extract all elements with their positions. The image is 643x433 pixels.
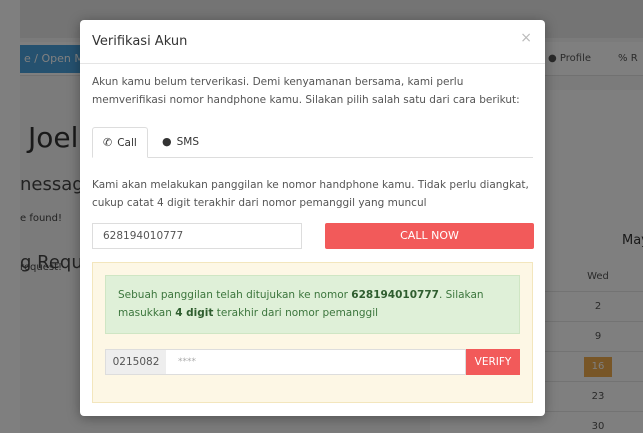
- alert-phone-number: 628194010777: [351, 289, 439, 301]
- code-input-group: 0215082 **** VERIFY: [105, 349, 520, 375]
- modal-title: Verifikasi Akun: [92, 34, 188, 49]
- call-sent-alert: Sebuah panggilan telah ditujukan ke nomo…: [105, 275, 520, 334]
- phone-icon: ✆: [103, 136, 113, 149]
- verify-button[interactable]: VERIFY: [466, 349, 520, 375]
- tab-call[interactable]: ✆ Call: [92, 127, 148, 158]
- code-prefix: 0215082: [105, 349, 167, 375]
- code-input[interactable]: ****: [166, 349, 466, 375]
- verification-panel: Sebuah panggilan telah ditujukan ke nomo…: [92, 262, 533, 403]
- modal-intro-text: Akun kamu belum terverikasi. Demi kenyam…: [92, 76, 520, 106]
- close-icon[interactable]: ×: [520, 30, 532, 46]
- tab-call-label: Call: [117, 137, 137, 149]
- verification-modal: Verifikasi Akun × Akun kamu belum terver…: [80, 20, 545, 416]
- tab-sms[interactable]: ● SMS: [152, 127, 209, 157]
- call-description: Kami akan melakukan panggilan ke nomor h…: [92, 179, 529, 209]
- modal-header: Verifikasi Akun ×: [80, 20, 545, 64]
- phone-number-field[interactable]: 628194010777: [92, 223, 302, 249]
- chat-bubble-icon: ●: [162, 135, 172, 148]
- call-now-button[interactable]: CALL NOW: [325, 223, 534, 249]
- screen: e / Open M ● Profile % R Joel nessage e …: [0, 0, 643, 433]
- tab-sms-label: SMS: [176, 136, 199, 148]
- verification-tabs: ✆ Call ● SMS: [92, 127, 533, 158]
- alert-digit-count: 4 digit: [175, 307, 214, 319]
